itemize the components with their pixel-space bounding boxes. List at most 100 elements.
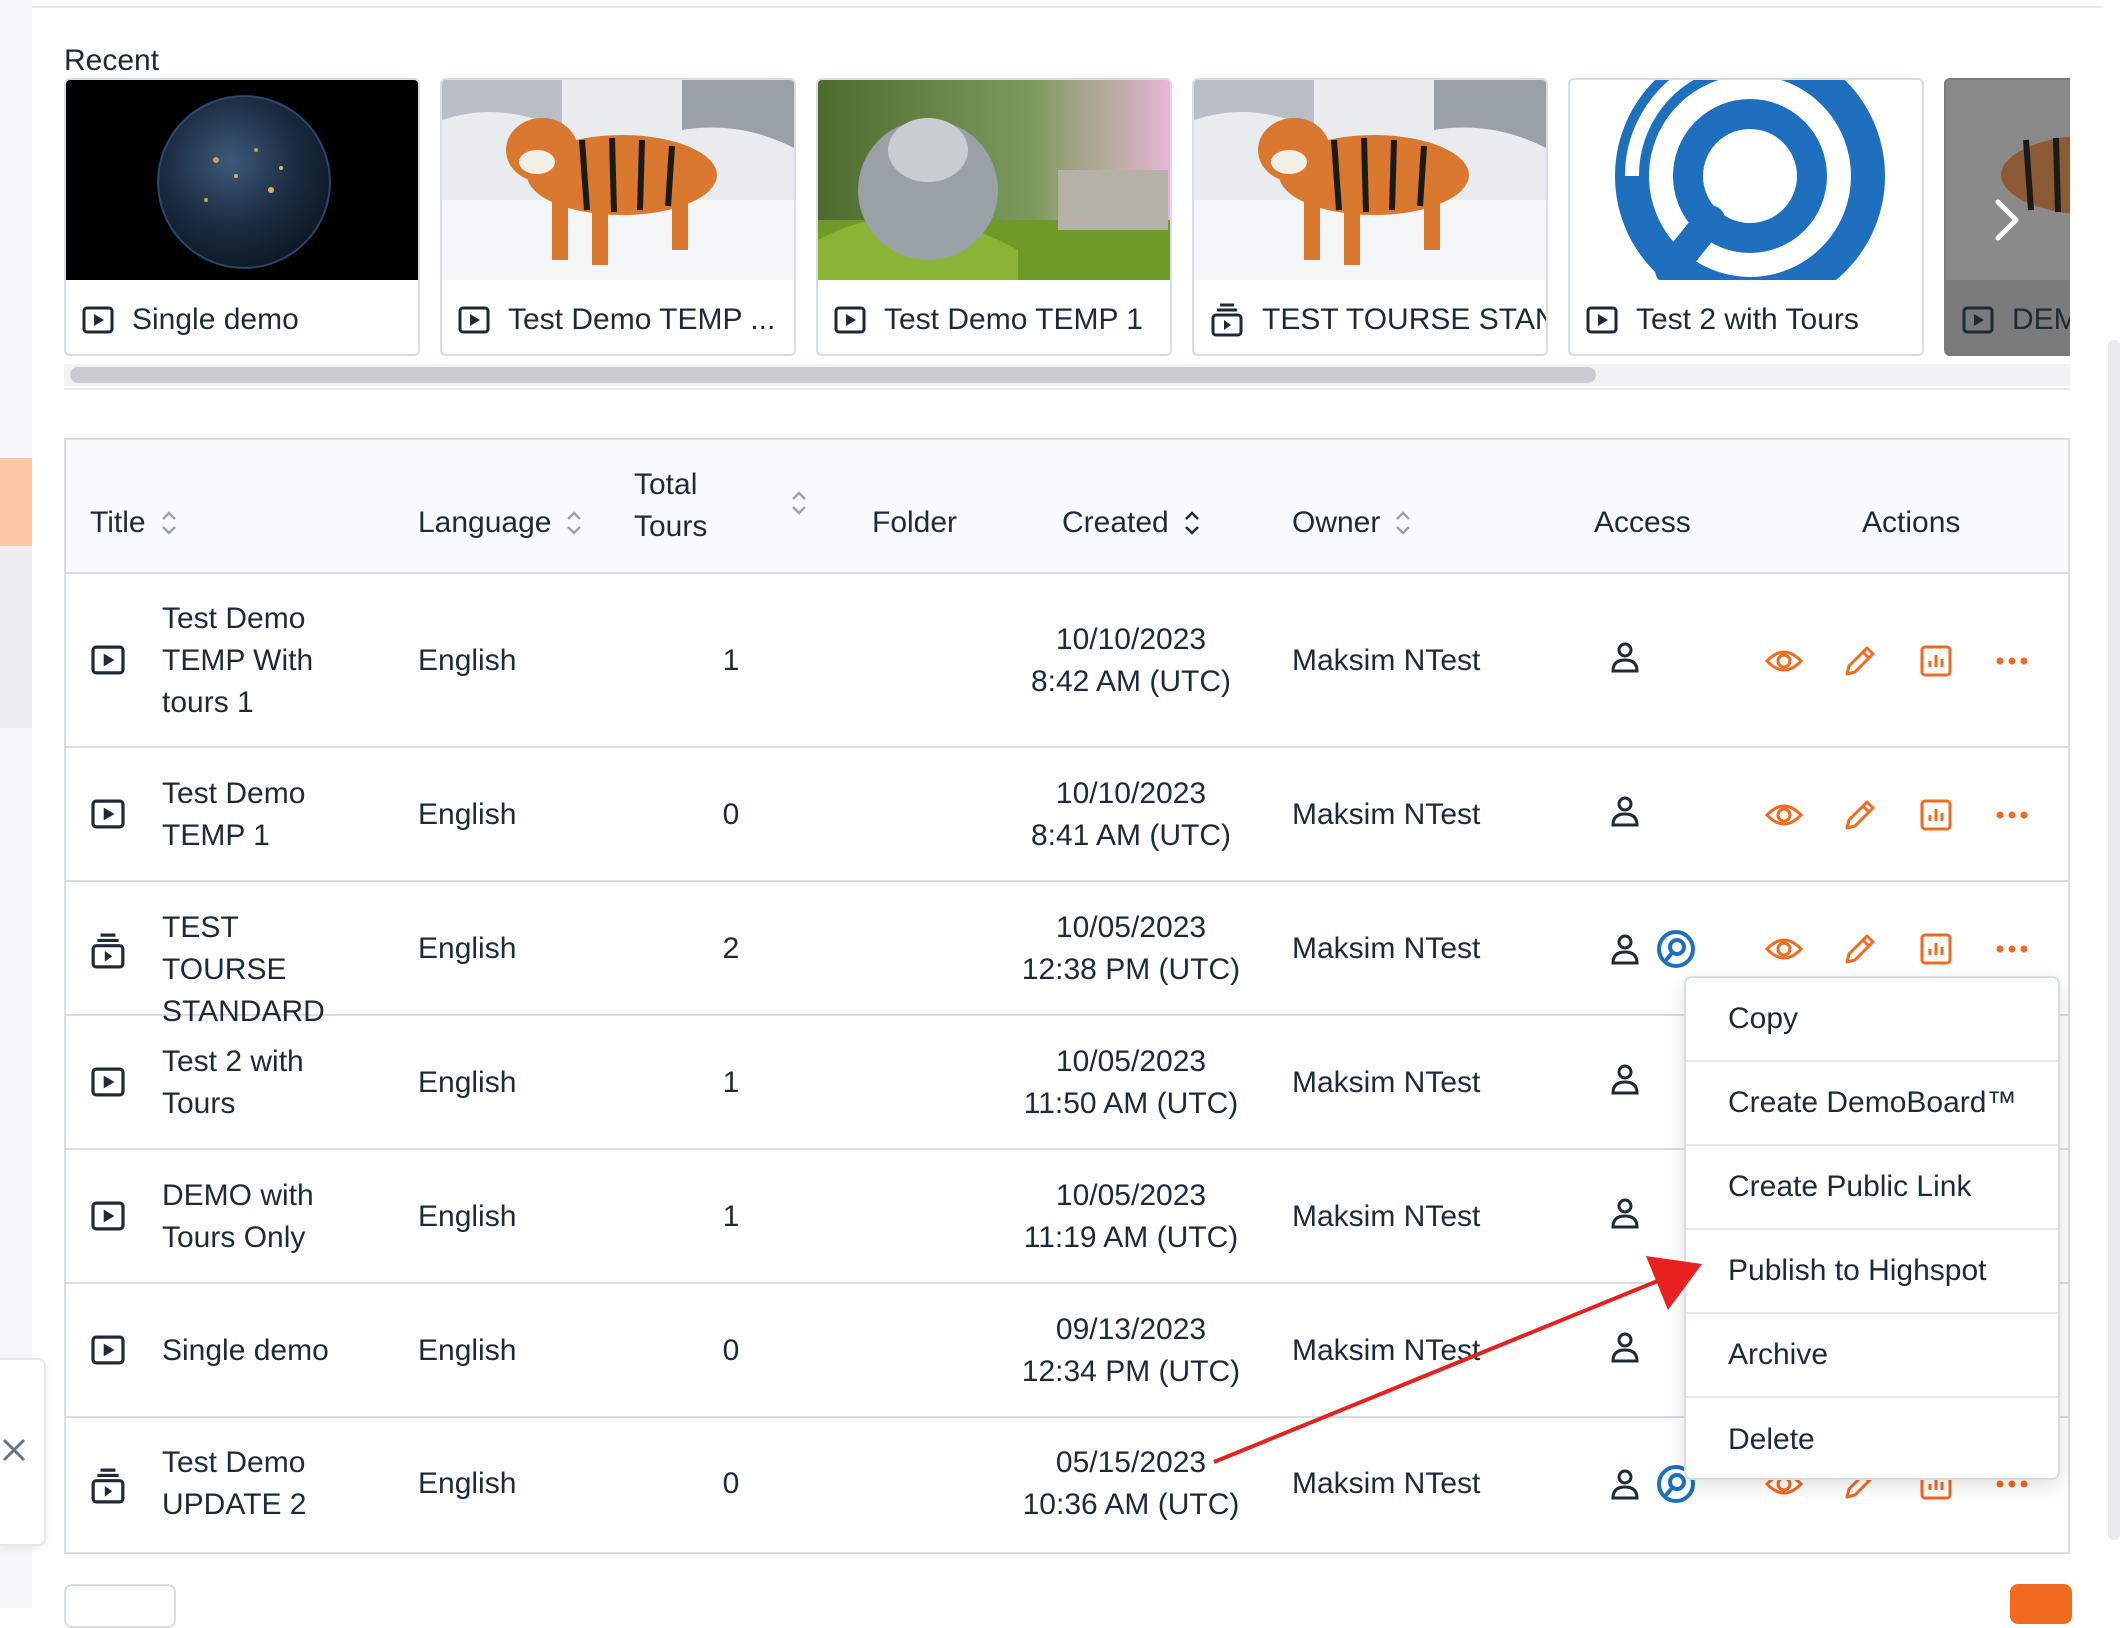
recent-card-label: Single demo xyxy=(132,303,299,336)
menu-item-create-public-link[interactable]: Create Public Link xyxy=(1686,1146,2058,1230)
column-header-actions: Actions xyxy=(1862,506,1961,539)
left-sidebar-section xyxy=(0,546,32,728)
sort-icon[interactable] xyxy=(1183,508,1201,538)
preview-button[interactable] xyxy=(1764,929,1804,969)
row-access xyxy=(1610,1197,1640,1229)
row-created: 10/05/2023 11:19 AM (UTC) xyxy=(1023,1179,1239,1254)
chart-icon xyxy=(1920,933,1952,965)
left-sidebar-active-marker xyxy=(0,458,32,546)
row-title[interactable]: TEST TOURSE STANDARD xyxy=(162,907,352,1033)
tour-icon xyxy=(1211,303,1243,337)
table-header: Title Language Total Tours Folder Create… xyxy=(66,440,2068,574)
column-header-title[interactable]: Title xyxy=(90,506,178,540)
recent-card-label: DEM xyxy=(2012,303,2070,336)
row-owner: Maksim NTest xyxy=(1292,1467,1481,1500)
row-total-tours: 0 xyxy=(722,798,740,831)
row-access xyxy=(1610,1063,1640,1095)
row-title[interactable]: DEMO with Tours Only xyxy=(162,1175,352,1259)
row-actions-menu: Copy Create DemoBoard™ Create Public Lin… xyxy=(1684,976,2060,1480)
chevron-right-icon xyxy=(1995,199,2019,241)
recent-card-label: Test Demo TEMP ... xyxy=(508,303,776,336)
pagination-prev-button[interactable] xyxy=(64,1584,176,1628)
person-icon xyxy=(1611,934,1639,965)
row-access xyxy=(1610,641,1640,673)
recent-card[interactable]: Test 2 with Tours xyxy=(1568,78,1924,356)
sort-icon[interactable] xyxy=(790,488,808,518)
eye-icon xyxy=(1765,650,1803,672)
page-scrollbar[interactable] xyxy=(2108,340,2120,1540)
row-title[interactable]: Test Demo TEMP 1 xyxy=(162,773,352,857)
row-created: 09/13/2023 12:34 PM (UTC) xyxy=(1021,1313,1241,1388)
recent-heading: Recent xyxy=(64,44,160,77)
sort-icon[interactable] xyxy=(160,508,178,538)
row-owner: Maksim NTest xyxy=(1292,1200,1481,1233)
carousel-scrollbar-thumb[interactable] xyxy=(70,367,1596,383)
column-header-created[interactable]: Created xyxy=(1062,506,1201,540)
column-header-folder: Folder xyxy=(872,506,958,539)
analytics-button[interactable] xyxy=(1916,929,1956,969)
edit-button[interactable] xyxy=(1840,795,1880,835)
recent-card-thumbnail xyxy=(442,80,794,280)
menu-item-publish-to-highspot[interactable]: Publish to Highspot xyxy=(1686,1230,2058,1314)
more-actions-button[interactable] xyxy=(1992,641,2032,681)
row-total-tours: 0 xyxy=(722,1334,740,1367)
row-title[interactable]: Test Demo TEMP With tours 1 xyxy=(162,598,352,724)
table-row[interactable]: Test Demo TEMP With tours 1 English 1 10/10/2… xyxy=(66,574,2068,748)
row-total-tours: 1 xyxy=(722,644,740,677)
row-actions xyxy=(1764,929,2032,969)
recent-card-label: TEST TOURSE STAN... xyxy=(1262,303,1546,336)
row-created: 10/05/2023 11:50 AM (UTC) xyxy=(1023,1045,1239,1120)
column-header-language[interactable]: Language xyxy=(418,506,583,540)
demo-icon xyxy=(91,799,125,829)
demo-icon xyxy=(91,1067,125,1097)
row-title[interactable]: Single demo xyxy=(162,1330,352,1372)
pencil-icon xyxy=(1845,934,1875,964)
demo-icon xyxy=(1586,306,1618,334)
person-icon xyxy=(1611,1469,1639,1500)
menu-item-copy[interactable]: Copy xyxy=(1686,978,2058,1062)
highspot-icon xyxy=(1657,930,1695,968)
more-icon xyxy=(1996,657,2028,665)
menu-item-delete[interactable]: Delete xyxy=(1686,1398,2058,1482)
more-actions-button[interactable] xyxy=(1992,795,2032,835)
menu-item-create-demoboard[interactable]: Create DemoBoard™ xyxy=(1686,1062,2058,1146)
row-access xyxy=(1610,795,1640,827)
row-access xyxy=(1610,929,1696,969)
row-title[interactable]: Test 2 with Tours xyxy=(162,1041,352,1125)
row-owner: Maksim NTest xyxy=(1292,932,1481,965)
column-header-owner[interactable]: Owner xyxy=(1292,506,1412,540)
analytics-button[interactable] xyxy=(1916,795,1956,835)
demo-icon xyxy=(1962,306,1994,334)
row-access xyxy=(1610,1331,1640,1363)
demo-icon xyxy=(458,306,490,334)
recent-card-thumbnail xyxy=(1946,80,2070,280)
recent-card[interactable]: Single demo xyxy=(64,78,420,356)
recent-card[interactable]: Test Demo TEMP ... xyxy=(440,78,796,356)
close-icon[interactable] xyxy=(0,1430,40,1470)
sort-icon[interactable] xyxy=(565,508,583,538)
recent-carousel: Single demo Test Demo TEMP ... Test Demo… xyxy=(64,78,2070,360)
row-title[interactable]: Test Demo UPDATE 2 xyxy=(162,1442,352,1526)
recent-card[interactable]: Test Demo TEMP 1 xyxy=(816,78,1172,356)
menu-item-archive[interactable]: Archive xyxy=(1686,1314,2058,1398)
row-total-tours: 2 xyxy=(722,932,740,965)
recent-card[interactable]: TEST TOURSE STAN... xyxy=(1192,78,1548,356)
person-icon xyxy=(1611,796,1639,827)
preview-button[interactable] xyxy=(1764,641,1804,681)
analytics-button[interactable] xyxy=(1916,641,1956,681)
row-language: English xyxy=(418,1066,517,1099)
row-owner: Maksim NTest xyxy=(1292,644,1481,677)
tour-icon xyxy=(91,933,125,969)
edit-button[interactable] xyxy=(1840,641,1880,681)
side-toast-panel xyxy=(0,1358,46,1546)
column-header-total-tours[interactable]: Total Tours xyxy=(634,464,707,548)
pagination-next-button[interactable] xyxy=(2010,1584,2072,1624)
edit-button[interactable] xyxy=(1840,929,1880,969)
row-created: 10/05/2023 12:38 PM (UTC) xyxy=(1021,911,1241,986)
carousel-next-button[interactable] xyxy=(1986,196,2026,249)
row-created: 05/15/2023 10:36 AM (UTC) xyxy=(1022,1446,1240,1521)
table-row[interactable]: Test Demo TEMP 1 English 0 10/10/2023 8:41 AM… xyxy=(66,748,2068,882)
preview-button[interactable] xyxy=(1764,795,1804,835)
more-actions-button[interactable] xyxy=(1992,929,2032,969)
sort-icon[interactable] xyxy=(1394,508,1412,538)
